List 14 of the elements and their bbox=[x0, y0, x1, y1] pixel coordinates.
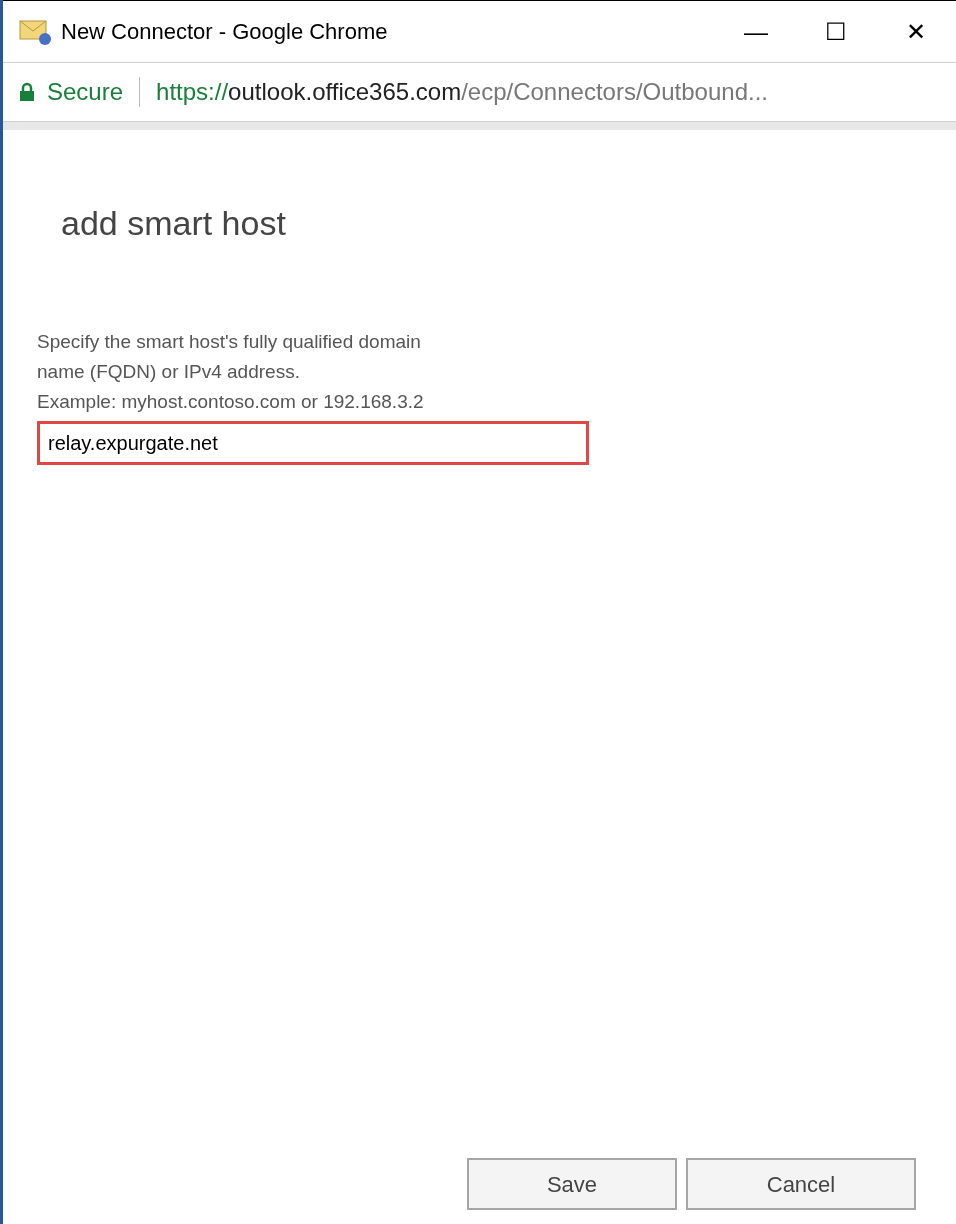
dialog-heading: add smart host bbox=[61, 203, 287, 244]
host-field[interactable]: relay.expurgate.net bbox=[37, 421, 589, 465]
description-line: name (FQDN) or IPv4 address. bbox=[37, 360, 301, 384]
minimize-button[interactable]: — bbox=[716, 11, 796, 52]
security-label: Secure bbox=[47, 77, 124, 107]
url-text[interactable]: https://outlook.office365.com/ecp/Connectors/Outbound... bbox=[156, 74, 768, 110]
cancel-button[interactable]: Cancel bbox=[686, 1158, 916, 1210]
description-line: Example: myhost.contoso.com or 192.168.3.2 bbox=[37, 390, 425, 414]
save-button[interactable]: Save bbox=[467, 1158, 677, 1210]
window-title: New Connector - Google Chrome bbox=[61, 18, 388, 46]
maximize-button[interactable]: ☐ bbox=[796, 11, 876, 52]
description-line: Specify the smart host's fully qualified domain bbox=[37, 330, 422, 354]
close-button[interactable]: ✕ bbox=[876, 11, 956, 52]
lock-icon bbox=[19, 82, 35, 102]
